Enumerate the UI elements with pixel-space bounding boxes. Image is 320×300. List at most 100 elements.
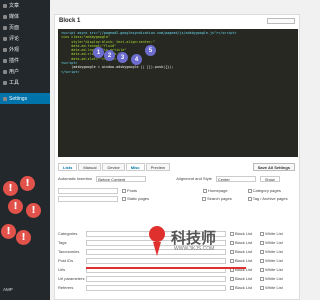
sidebar-item[interactable]: Settings <box>0 93 50 104</box>
menu-icon <box>3 96 7 101</box>
black-list-label: Black List <box>235 231 253 236</box>
white-list-radio[interactable] <box>260 285 265 290</box>
black-list-label: Black List <box>235 258 253 263</box>
tab-misc[interactable]: Misc <box>125 163 145 171</box>
white-list-radio[interactable] <box>260 267 265 272</box>
sidebar-item[interactable]: 媒体 <box>0 11 50 22</box>
step-marker: 5 <box>145 45 156 56</box>
black-list-label: Black List <box>235 249 253 254</box>
sidebar-item[interactable]: 用户 <box>0 66 50 77</box>
sidebar-item-label: 媒体 <box>9 14 20 20</box>
white-list-radio[interactable] <box>260 240 265 245</box>
menu-icon <box>3 47 7 52</box>
menu-icon <box>3 25 7 30</box>
watermark-sub: WWW.3KJS.COM <box>174 246 215 252</box>
sidebar-item-label: 用户 <box>9 69 20 75</box>
warning-badge-icon: ! <box>16 230 31 245</box>
warning-badge-icon: ! <box>20 176 35 191</box>
posts-select[interactable] <box>58 187 118 194</box>
insertion-row: Automatic Insertion Before Content Align… <box>58 175 298 182</box>
block-title: Block 1 <box>59 18 81 24</box>
pages-select[interactable] <box>58 195 118 202</box>
block-name-select[interactable] <box>267 18 295 24</box>
list-label: Categories <box>58 231 78 236</box>
homepage-label: Homepage <box>208 188 228 193</box>
sidebar-item-label: 插件 <box>9 58 20 64</box>
sidebar-item[interactable]: 文章 <box>0 0 50 11</box>
black-list-radio[interactable] <box>230 231 234 236</box>
tag-archive-checkbox[interactable] <box>247 196 252 201</box>
black-list-label: Black List <box>235 276 253 281</box>
alignment-label: Alignment and Style <box>176 176 212 181</box>
warning-badge-icon: ! <box>3 181 18 196</box>
posts-label: Posts <box>127 188 138 193</box>
sidebar-item-label: 评论 <box>9 36 20 42</box>
posts-row: Posts Homepage Category pages <box>58 187 298 194</box>
sidebar-item-label: 文章 <box>9 3 20 9</box>
white-list-label: White List <box>265 249 283 254</box>
admin-sidebar: 文章媒体页面评论外观插件用户工具 Settings <box>0 0 50 300</box>
sidebar-item[interactable]: 外观 <box>0 44 50 55</box>
white-list-radio[interactable] <box>260 276 265 281</box>
menu-icon <box>3 14 7 19</box>
insertion-select[interactable]: Before Content <box>96 175 147 182</box>
pages-row: Static pages Search pages Tag / Archive … <box>58 195 298 202</box>
menu-icon <box>3 3 7 8</box>
white-list-radio[interactable] <box>260 249 265 254</box>
insertion-label: Automatic Insertion <box>58 176 93 181</box>
sidebar-item[interactable]: 工具 <box>0 77 50 88</box>
show-button[interactable]: Show <box>259 175 280 182</box>
menu-icon <box>3 69 7 74</box>
sidebar-item[interactable]: 插件 <box>0 55 50 66</box>
sidebar-item[interactable]: 页面 <box>0 22 50 33</box>
tag-archive-label: Tag / Archive pages <box>252 196 288 201</box>
list-label: Urls <box>58 267 66 272</box>
static-pages-label: Static pages <box>127 196 150 201</box>
sidebar-bottom-label[interactable]: AMP <box>0 287 50 292</box>
step-marker: 2 <box>104 50 115 61</box>
list-label: Taxonomies <box>58 249 80 254</box>
search-pages-checkbox[interactable] <box>202 196 207 201</box>
tab-device[interactable]: Device <box>102 163 125 171</box>
sidebar-item-label: Settings <box>9 95 28 102</box>
tab-preview[interactable]: Preview <box>145 163 170 171</box>
menu-icon <box>3 80 7 85</box>
white-list-label: White List <box>265 240 283 245</box>
sidebar-item-label: 页面 <box>9 25 20 31</box>
tab-lists[interactable]: Lists <box>58 163 78 171</box>
black-list-radio[interactable] <box>230 285 234 290</box>
alignment-select[interactable]: Center <box>215 175 256 182</box>
category-pages-checkbox[interactable] <box>247 188 252 193</box>
white-list-radio[interactable] <box>260 231 265 236</box>
warning-badge-icon: ! <box>8 199 23 214</box>
step-marker: 4 <box>131 54 142 65</box>
list-label: Url parameters <box>58 276 85 281</box>
pages-checkbox[interactable] <box>122 196 126 201</box>
block-tabs: Lists Manual Device Misc Preview <box>58 163 170 171</box>
white-list-label: White List <box>265 267 283 272</box>
black-list-radio[interactable] <box>230 240 234 245</box>
black-list-label: Black List <box>235 285 253 290</box>
white-list-radio[interactable] <box>260 258 265 263</box>
posts-checkbox[interactable] <box>122 188 126 193</box>
white-list-label: White List <box>265 276 283 281</box>
black-list-radio[interactable] <box>230 258 234 263</box>
white-list-label: White List <box>265 285 283 290</box>
sidebar-item[interactable]: 评论 <box>0 33 50 44</box>
black-list-radio[interactable] <box>230 249 234 254</box>
list-input[interactable] <box>86 275 226 282</box>
list-label: Post IDs <box>58 258 74 263</box>
step-marker: 3 <box>117 52 128 63</box>
black-list-label: Black List <box>235 240 253 245</box>
list-input[interactable] <box>86 284 226 291</box>
code-line: </script> <box>61 69 80 74</box>
tab-manual[interactable]: Manual <box>78 163 102 171</box>
list-row: Referers Black List White List <box>58 284 298 291</box>
white-list-label: White List <box>265 258 283 263</box>
save-all-button[interactable]: Save All Settings <box>252 163 295 171</box>
homepage-checkbox[interactable] <box>203 188 208 193</box>
black-list-radio[interactable] <box>230 276 234 281</box>
search-pages-label: Search pages <box>207 196 232 201</box>
menu-icon <box>3 58 7 63</box>
red-underline <box>86 267 246 269</box>
